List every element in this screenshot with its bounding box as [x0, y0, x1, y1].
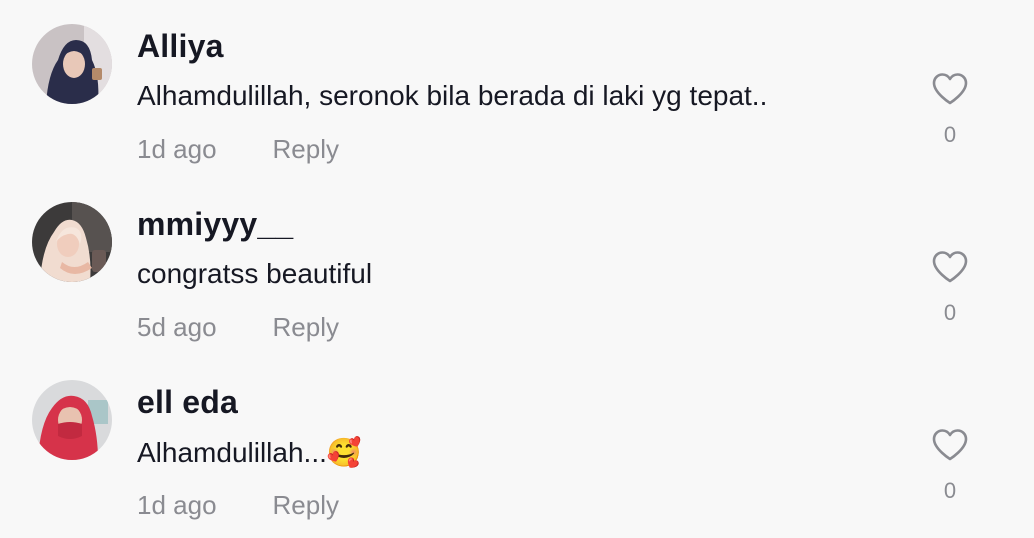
- comment-item: Alliya Alhamdulillah, seronok bila berad…: [0, 0, 1034, 178]
- comment-timestamp: 1d ago: [137, 490, 217, 520]
- comment-timestamp: 1d ago: [137, 134, 217, 164]
- comment-username[interactable]: Alliya: [137, 28, 224, 65]
- comment-text: Alhamdulillah...🥰: [137, 437, 362, 468]
- comment-text: Alhamdulillah, seronok bila berada di la…: [137, 80, 768, 111]
- comment-item: ell eda Alhamdulillah...🥰 1d ago Reply 0: [0, 356, 1034, 534]
- comment-text: congratss beautiful: [137, 258, 373, 289]
- like-area: 0: [920, 250, 980, 326]
- comment-item: mmiyyy__ congratss beautiful 5d ago Repl…: [0, 178, 1034, 356]
- heart-outline-icon[interactable]: [931, 250, 969, 284]
- avatar[interactable]: [32, 380, 112, 460]
- reply-button[interactable]: Reply: [273, 134, 339, 165]
- avatar[interactable]: [32, 24, 112, 104]
- comment-meta: 5d ago Reply: [137, 312, 339, 343]
- like-area: 0: [920, 428, 980, 504]
- like-area: 0: [920, 72, 980, 148]
- comment-meta: 1d ago Reply: [137, 134, 339, 165]
- comment-username[interactable]: mmiyyy__: [137, 206, 293, 243]
- heart-outline-icon[interactable]: [931, 428, 969, 462]
- like-count: 0: [943, 122, 957, 147]
- heart-outline-icon[interactable]: [931, 72, 969, 106]
- reply-button[interactable]: Reply: [273, 312, 339, 343]
- comment-username[interactable]: ell eda: [137, 384, 238, 421]
- reply-button[interactable]: Reply: [273, 490, 339, 521]
- like-count: 0: [943, 478, 957, 503]
- avatar[interactable]: [32, 202, 112, 282]
- comment-list: Alliya Alhamdulillah, seronok bila berad…: [0, 0, 1034, 538]
- like-count: 0: [943, 300, 957, 325]
- comment-timestamp: 5d ago: [137, 312, 217, 342]
- comment-meta: 1d ago Reply: [137, 490, 339, 521]
